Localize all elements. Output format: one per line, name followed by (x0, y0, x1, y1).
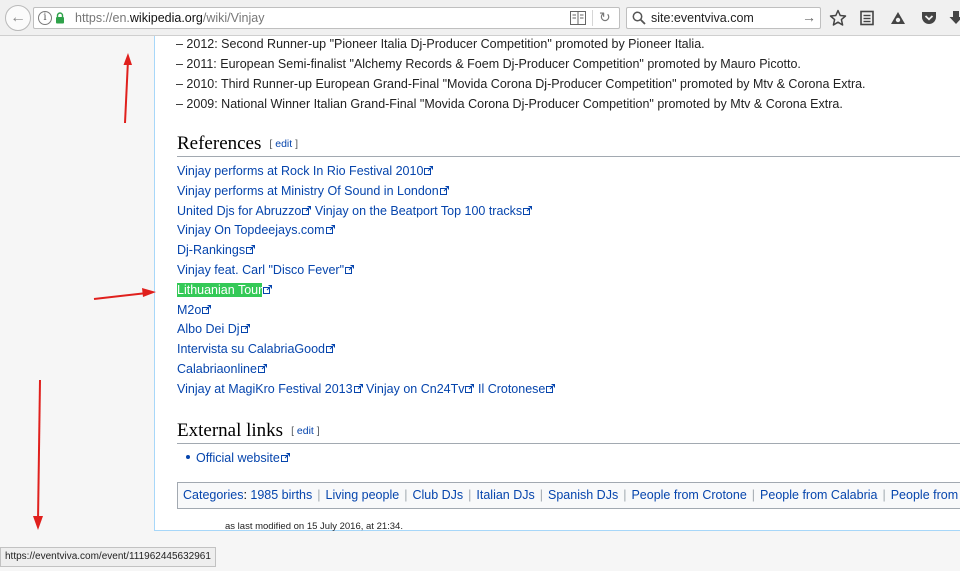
references-edit-link[interactable]: [ edit ] (269, 138, 298, 150)
search-go-icon[interactable]: → (802, 9, 816, 25)
annotation-arrow-down (33, 379, 43, 530)
reference-link[interactable]: Vinjay at MagiKro Festival 2013 (177, 382, 353, 396)
search-input[interactable]: site:eventviva.com (651, 11, 754, 25)
annotation-arrow-right (93, 288, 156, 300)
reference-item: M2o (177, 301, 555, 321)
sync-icon[interactable] (889, 9, 907, 27)
external-link-icon (280, 453, 290, 462)
pocket-icon[interactable] (920, 9, 938, 27)
reload-icon[interactable]: ↻ (599, 9, 611, 26)
category-link[interactable]: Club DJs (412, 488, 463, 502)
reference-item: Vinjay feat. Carl "Disco Fever" (177, 261, 555, 281)
urlbar-separator (592, 10, 593, 26)
category-link[interactable]: Italian DJs (476, 488, 534, 502)
status-bar-link-preview: https://eventviva.com/event/111962445632… (0, 547, 216, 567)
reference-item: Vinjay performs at Ministry Of Sound in … (177, 182, 555, 202)
category-separator: | (539, 488, 544, 502)
address-bar[interactable]: i https://en.wikipedia.org/wiki/Vinjay ↻ (33, 7, 620, 29)
external-link-icon (302, 205, 312, 215)
category-link[interactable]: People from Crotone (631, 488, 746, 502)
reference-link[interactable]: United Djs for Abruzzo (177, 204, 301, 218)
bookmark-star-icon[interactable] (829, 9, 847, 27)
search-bar[interactable]: site:eventviva.com → (626, 7, 821, 29)
reference-link[interactable]: Vinjay performs at Ministry Of Sound in … (177, 184, 439, 198)
category-link[interactable]: People from Calabria (760, 488, 877, 502)
category-link[interactable]: Spanish DJs (548, 488, 618, 502)
categories-label-link[interactable]: Categories (183, 488, 243, 502)
back-arrow-icon: ← (10, 9, 26, 26)
reference-item: Intervista su CalabriaGood (177, 340, 555, 360)
external-links-heading: External links[ edit ] (177, 420, 960, 444)
reference-link[interactable]: M2o (177, 303, 201, 317)
bookmarks-library-icon[interactable] (858, 9, 876, 27)
reference-link[interactable]: Albo Dei Dj (177, 322, 240, 336)
category-separator: | (468, 488, 472, 502)
external-link-icon (465, 383, 475, 393)
url-text: https://en.wikipedia.org/wiki/Vinjay (75, 11, 265, 25)
reference-link[interactable]: Calabriaonline (177, 362, 257, 376)
category-separator: | (317, 488, 321, 502)
reference-item: Calabriaonline (177, 360, 555, 380)
category-separator: | (404, 488, 408, 502)
category-separator: | (751, 488, 756, 502)
external-link-icon (240, 324, 250, 334)
external-link-icon (353, 383, 363, 393)
back-button[interactable]: ← (5, 5, 31, 31)
reference-link[interactable]: Il Crotonese (478, 382, 545, 396)
external-link-icon (546, 383, 556, 393)
reference-item: Lithuanian Tour (177, 281, 555, 301)
awards-list: – 2012: Second Runner-up "Pioneer Italia… (176, 34, 866, 114)
external-link-icon (263, 284, 273, 294)
references-heading: References[ edit ] (177, 133, 960, 157)
bullet-icon (186, 455, 190, 459)
category-separator: | (623, 488, 627, 502)
award-item: – 2010: Third Runner-up European Grand-F… (176, 77, 866, 91)
external-link-icon (326, 344, 335, 354)
footer-last-modified: as last modified on 15 July 2016, at 21:… (225, 521, 403, 532)
references-list: Vinjay performs at Rock In Rio Festival … (177, 162, 556, 400)
reference-link[interactable]: Vinjay On Topdeejays.com (177, 223, 325, 237)
category-link[interactable]: Living people (326, 488, 400, 502)
reference-item: Vinjay at MagiKro Festival 2013 Vinjay o… (177, 380, 556, 400)
official-website-link[interactable]: Official website (196, 451, 280, 465)
award-item: – 2012: Second Runner-up "Pioneer Italia… (176, 37, 705, 51)
reference-link[interactable]: Intervista su CalabriaGood (177, 342, 325, 356)
reference-item: Dj-Rankings (177, 241, 555, 261)
reference-link[interactable]: Vinjay on the Beatport Top 100 tracks (315, 204, 522, 218)
category-link[interactable]: 1985 births (250, 488, 312, 502)
reference-link[interactable]: Vinjay on Cn24Tv (366, 382, 464, 396)
lock-icon (56, 12, 64, 24)
external-link-icon (424, 166, 434, 175)
reference-item: United Djs for Abruzzo Vinjay on the Bea… (177, 202, 555, 222)
external-links-edit-link[interactable]: [ edit ] (291, 425, 320, 437)
downloads-icon[interactable] (947, 9, 960, 27)
external-link-icon (246, 245, 256, 255)
reference-item: Albo Dei Dj (177, 320, 555, 340)
reference-link[interactable]: Vinjay feat. Carl "Disco Fever" (177, 263, 344, 277)
external-link-icon (202, 304, 212, 314)
browser-toolbar: ← i https://en.wikipedia.org/wiki/Vinjay… (0, 0, 960, 36)
reference-item: Vinjay On Topdeejays.com (177, 221, 555, 241)
reference-item: Vinjay performs at Rock In Rio Festival … (177, 162, 555, 182)
annotation-arrow-up (123, 53, 132, 124)
category-link[interactable]: People from (891, 488, 958, 502)
external-link-icon (523, 205, 533, 215)
external-link-icon (325, 225, 335, 235)
external-links-list: Official website (186, 451, 290, 465)
external-link-icon (345, 264, 355, 274)
categories-box: Categories: 1985 births | Living people | Cl… (177, 482, 960, 509)
reference-link[interactable]: Vinjay performs at Rock In Rio Festival … (177, 164, 423, 178)
search-icon (632, 11, 646, 25)
award-item: – 2009: National Winner Italian Grand-Fi… (176, 97, 843, 111)
category-separator: | (882, 488, 886, 502)
reader-view-icon[interactable] (570, 11, 586, 25)
site-info-icon[interactable]: i (38, 11, 52, 25)
award-item: – 2011: European Semi-finalist "Alchemy … (176, 57, 801, 71)
reference-link[interactable]: Dj-Rankings (177, 243, 245, 257)
external-link-icon (439, 185, 449, 195)
external-link-icon (257, 363, 267, 373)
reference-link[interactable]: Lithuanian Tour (177, 282, 263, 297)
